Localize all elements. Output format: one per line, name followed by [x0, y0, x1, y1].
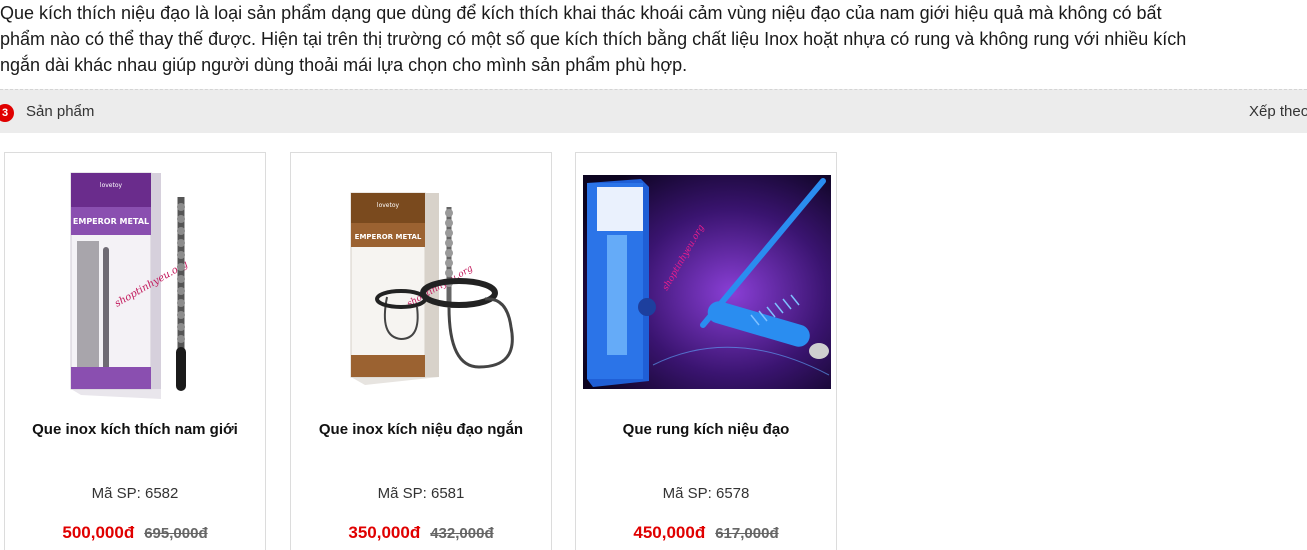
description-line: Que kích thích niệu đạo là loại sản phẩm… — [0, 3, 1162, 23]
product-image[interactable]: lovetoy EMPEROR METAL shoptinhyeu.org — [13, 167, 259, 407]
product-price: 500,000đ 695,000đ — [5, 523, 265, 543]
product-name[interactable]: Que inox kích thích nam giới — [5, 421, 265, 438]
product-sku: Mã SP: 6582 — [91, 485, 179, 502]
product-sku: Mã SP: 6578 — [662, 485, 750, 502]
box-brand-text: lovetoy — [100, 182, 123, 189]
product-price: 350,000đ 432,000đ — [291, 523, 551, 543]
box-title-text: EMPEROR METAL — [355, 233, 422, 241]
box-brand-text: lovetoy — [377, 202, 400, 209]
product-image[interactable]: shoptinhyeu.org — [583, 175, 831, 389]
product-name[interactable]: Que rung kích niệu đạo — [576, 421, 836, 438]
original-price: 695,000đ — [144, 525, 208, 542]
product-price: 450,000đ 617,000đ — [576, 523, 836, 543]
product-photo-inox-rod: lovetoy EMPEROR METAL shoptinhyeu.org — [13, 167, 259, 407]
description-line: phẩm nào có thể thay thế được. Hiện tại … — [0, 29, 1187, 49]
product-card[interactable]: shoptinhyeu.org Que rung kích niệu đạo M… — [575, 152, 837, 550]
original-price: 617,000đ — [715, 525, 779, 542]
product-card[interactable]: lovetoy EMPEROR METAL shoptinhyeu.org Qu… — [290, 152, 552, 550]
sort-dropdown[interactable]: Xếp theo — [1249, 103, 1307, 120]
sale-price: 450,000đ — [633, 523, 706, 542]
description-line: ngắn dài khác nhau giúp người dùng thoải… — [0, 55, 688, 75]
product-photo-short-rod: lovetoy EMPEROR METAL shoptinhyeu.org — [299, 167, 545, 407]
product-name[interactable]: Que inox kích niệu đạo ngắn — [291, 421, 551, 438]
product-count-badge: 3 — [0, 104, 14, 122]
original-price: 432,000đ — [430, 525, 494, 542]
category-description: Que kích thích niệu đạo là loại sản phẩm… — [0, 0, 1307, 78]
sale-price: 350,000đ — [348, 523, 421, 542]
products-label: Sản phẩm — [26, 103, 95, 120]
product-photo-vibrating-rod: shoptinhyeu.org — [583, 175, 831, 389]
box-title-text: EMPEROR METAL — [73, 217, 149, 226]
product-sku: Mã SP: 6581 — [377, 485, 465, 502]
product-card[interactable]: lovetoy EMPEROR METAL shoptinhyeu.org Qu… — [4, 152, 266, 550]
product-image[interactable]: lovetoy EMPEROR METAL shoptinhyeu.org — [299, 167, 545, 407]
sale-price: 500,000đ — [62, 523, 135, 542]
product-toolbar: 3 Sản phẩm Xếp theo — [0, 89, 1307, 133]
